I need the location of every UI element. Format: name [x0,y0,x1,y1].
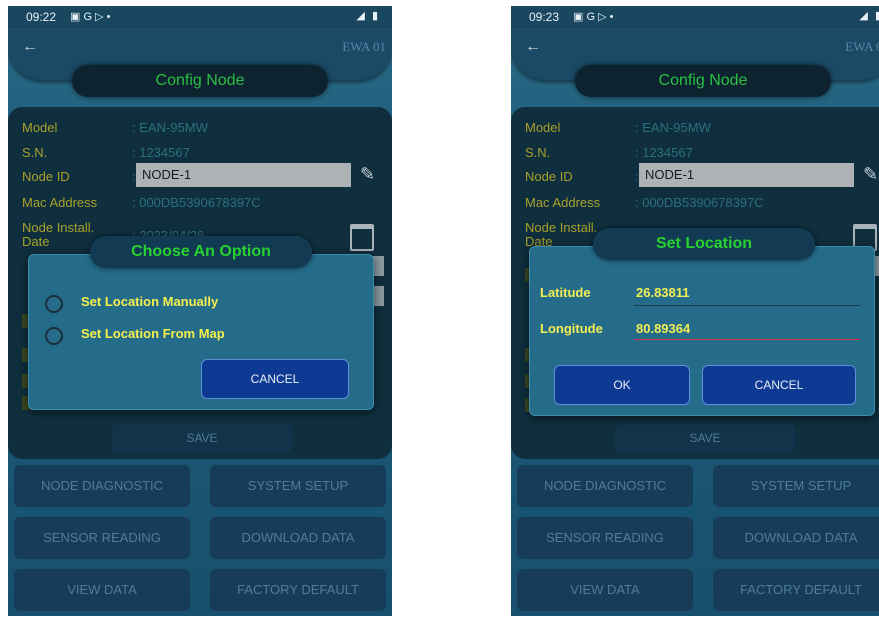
edit-pencil-icon[interactable]: ✎ [863,164,878,185]
field-label: Node ID [22,169,70,184]
notification-icons: ▣ G ▷ • [573,11,614,23]
field-label: Model [22,120,58,135]
download-data-button[interactable]: DOWNLOAD DATA [713,517,879,559]
back-arrow-icon[interactable]: ← [22,38,38,56]
back-arrow-icon[interactable]: ← [525,38,541,56]
latitude-label: Latitude [540,285,591,300]
device-id-label: EWA 01 [342,39,386,54]
signal-battery-icon: ◢ ▮ [356,10,380,22]
field-label: Node Install. [22,220,95,235]
node-diagnostic-button[interactable]: NODE DIAGNOSTIC [14,465,190,507]
field-label: Mac Address [22,195,98,210]
edit-pencil-icon[interactable]: ✎ [360,164,375,185]
status-time: 09:22 [26,10,57,24]
option-label: Set Location Manually [81,294,219,309]
node-diagnostic-button[interactable]: NODE DIAGNOSTIC [517,465,693,507]
field-label: Model [525,120,561,135]
field-value: : EAN-95MW [635,120,711,135]
node-id-input[interactable]: NODE-1 [136,163,351,187]
option-set-location-from-map[interactable]: Set Location From Map [45,325,345,345]
field-label: Mac Address [525,195,601,210]
radio-button[interactable] [45,295,63,313]
page-title: Config Node [72,65,328,97]
dialog-title: Choose An Option [90,236,312,268]
save-button[interactable]: SAVE [615,423,795,453]
system-setup-button[interactable]: SYSTEM SETUP [713,465,879,507]
phone-screen-right: 09:23 ▣ G ▷ • ◢ ▮ ← EWA 01 Config Node M… [511,6,879,616]
option-label: Set Location From Map [81,326,225,341]
field-value: : EAN-95MW [132,120,208,135]
latitude-input[interactable]: 26.83811 [636,285,690,300]
phone-screen-left: 09:22 ▣ G ▷ • ◢ ▮ ← EWA 01 Config Node M… [8,6,392,616]
sensor-reading-button[interactable]: SENSOR READING [14,517,190,559]
status-time: 09:23 [529,10,560,24]
field-value: : 1234567 [132,145,190,160]
notification-icons: ▣ G ▷ • [70,11,111,23]
field-value: : 1234567 [635,145,693,160]
factory-default-button[interactable]: FACTORY DEFAULT [713,569,879,611]
field-label: S.N. [22,145,48,160]
save-button[interactable]: SAVE [112,423,292,453]
longitude-input[interactable]: 80.89364 [636,321,690,336]
set-location-dialog: Latitude 26.83811 Longitude 80.89364 OK … [529,246,875,416]
field-value: : 000DB5390678397C [132,195,261,210]
signal-battery-icon: ◢ ▮ [859,10,879,22]
longitude-underline [634,339,860,340]
calendar-icon[interactable] [350,224,374,251]
download-data-button[interactable]: DOWNLOAD DATA [210,517,386,559]
option-set-location-manually[interactable]: Set Location Manually [45,293,345,313]
cancel-button[interactable]: CANCEL [201,359,349,399]
sensor-reading-button[interactable]: SENSOR READING [517,517,693,559]
status-bar: 09:23 ▣ G ▷ • ◢ ▮ [511,6,879,28]
field-label: S.N. [525,145,551,160]
field-label: Node ID [525,169,573,184]
ok-button[interactable]: OK [554,365,690,405]
system-setup-button[interactable]: SYSTEM SETUP [210,465,386,507]
choose-option-dialog: Set Location Manually Set Location From … [28,254,374,410]
radio-button[interactable] [45,327,63,345]
view-data-button[interactable]: VIEW DATA [14,569,190,611]
page-title: Config Node [575,65,831,97]
cancel-button[interactable]: CANCEL [702,365,856,405]
node-id-input[interactable]: NODE-1 [639,163,854,187]
latitude-underline [634,305,860,306]
device-id-label: EWA 01 [845,39,879,54]
view-data-button[interactable]: VIEW DATA [517,569,693,611]
longitude-label: Longitude [540,321,603,336]
factory-default-button[interactable]: FACTORY DEFAULT [210,569,386,611]
field-value: : 000DB5390678397C [635,195,764,210]
status-bar: 09:22 ▣ G ▷ • ◢ ▮ [8,6,392,28]
dialog-title: Set Location [593,228,815,260]
